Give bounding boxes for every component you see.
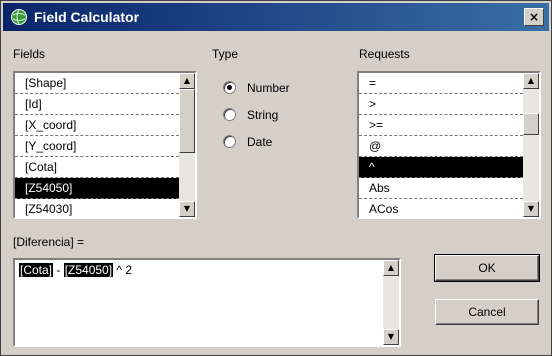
radio-label-date: Date (247, 135, 273, 149)
list-item[interactable]: Abs (359, 178, 523, 199)
expression-textarea[interactable]: [Cota] - [Z54050] ^ 2 ▲ ▼ (13, 258, 401, 347)
list-item[interactable]: [Cota] (15, 157, 179, 178)
list-item[interactable]: > (359, 94, 523, 115)
requests-label: Requests (359, 47, 410, 61)
ok-button[interactable]: OK (434, 254, 540, 282)
list-item[interactable]: [Y_coord] (15, 136, 179, 157)
expression-label: [Diferencia] = (13, 235, 85, 249)
expression-text: [Cota] - [Z54050] ^ 2 (19, 263, 132, 277)
list-item[interactable]: @ (359, 136, 523, 157)
radio-button[interactable] (223, 135, 236, 148)
scroll-down-arrow-icon[interactable]: ▼ (179, 201, 195, 217)
cancel-button[interactable]: Cancel (435, 299, 539, 325)
radio-label-string: String (247, 108, 279, 122)
expr-token-operator: ^ 2 (113, 263, 133, 277)
radio-label-number: Number (247, 81, 290, 95)
scroll-up-arrow-icon[interactable]: ▲ (179, 73, 195, 89)
list-item[interactable]: ACos (359, 199, 523, 217)
scrollbar-thumb[interactable] (523, 113, 539, 135)
list-item-selected[interactable]: ^ (359, 157, 523, 178)
scroll-down-arrow-icon[interactable]: ▼ (523, 201, 539, 217)
scroll-up-arrow-icon[interactable]: ▲ (523, 73, 539, 89)
radio-button[interactable] (223, 81, 236, 94)
list-item[interactable]: [Z54030] (15, 199, 179, 217)
requests-items: = > >= @ ^ Abs ACos (359, 73, 523, 217)
scrollbar-thumb[interactable] (179, 89, 195, 153)
list-item[interactable]: [Id] (15, 94, 179, 115)
globe-icon (11, 9, 27, 25)
scroll-down-arrow-icon[interactable]: ▼ (383, 329, 399, 345)
fields-label: Fields (13, 47, 46, 61)
requests-scrollbar[interactable]: ▲ ▼ (523, 73, 539, 217)
expr-token-operator: - (53, 263, 64, 277)
list-item-selected[interactable]: [Z54050] (15, 178, 179, 199)
list-item[interactable]: [Shape] (15, 73, 179, 94)
list-item[interactable]: = (359, 73, 523, 94)
close-button[interactable]: × (524, 8, 544, 26)
expr-token-field: [Cota] (19, 263, 54, 277)
expr-token-field: [Z54050] (63, 263, 114, 277)
fields-items: [Shape] [Id] [X_coord] [Y_coord] [Cota] … (15, 73, 179, 217)
requests-listbox[interactable]: = > >= @ ^ Abs ACos ▲ ▼ (357, 71, 541, 219)
title-bar[interactable]: Field Calculator × (3, 3, 549, 31)
scroll-up-arrow-icon[interactable]: ▲ (383, 260, 399, 276)
list-item[interactable]: [X_coord] (15, 115, 179, 136)
fields-listbox[interactable]: [Shape] [Id] [X_coord] [Y_coord] [Cota] … (13, 71, 197, 219)
expression-scrollbar[interactable]: ▲ ▼ (383, 260, 399, 345)
list-item[interactable]: >= (359, 115, 523, 136)
fields-scrollbar[interactable]: ▲ ▼ (179, 73, 195, 217)
field-calculator-dialog: Field Calculator × Fields [Shape] [Id] [… (0, 0, 552, 356)
radio-button[interactable] (223, 108, 236, 121)
window-title: Field Calculator (34, 9, 140, 25)
type-label: Type (212, 47, 239, 61)
